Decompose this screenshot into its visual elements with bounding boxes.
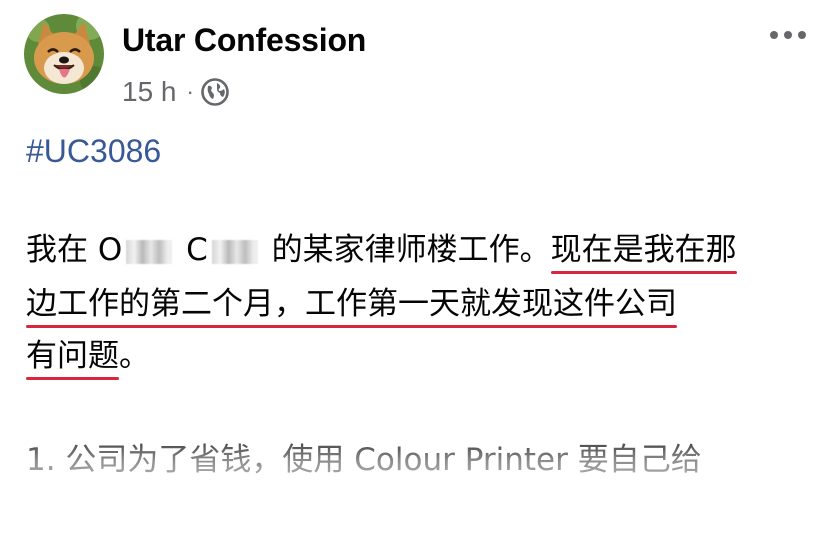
post-body-line-4: 1. 公司为了省钱，使用 Colour Printer 要自己给 <box>26 442 702 478</box>
shiba-dog-avatar-icon <box>24 14 104 94</box>
more-dot <box>770 31 778 39</box>
body-text: C <box>176 232 208 268</box>
highlighted-text: 有问题 <box>26 338 119 374</box>
post-body-line-3: 有问题。 <box>26 336 150 376</box>
post-body-line-1: 我在 O C 的某家律师楼工作。现在是我在那 <box>26 230 737 270</box>
redacted-text <box>211 239 258 264</box>
highlighted-text: 现在是我在那 <box>550 232 737 268</box>
more-dot <box>798 31 806 39</box>
globe-icon[interactable] <box>200 77 230 107</box>
body-text: 的某家律师楼工作。 <box>261 232 551 268</box>
redacted-text <box>126 239 173 264</box>
highlighted-text: 边工作的第二个月，工作第一天就发现这件公司 <box>26 286 677 322</box>
meta-separator: · <box>186 79 194 104</box>
more-options-icon[interactable] <box>770 28 806 42</box>
post-body-line-2: 边工作的第二个月，工作第一天就发现这件公司 <box>26 284 677 324</box>
body-text: 。 <box>119 338 150 374</box>
page-name[interactable]: Utar Confession <box>122 22 366 59</box>
post-timestamp[interactable]: 15 h <box>122 76 177 108</box>
hashtag-link[interactable]: #UC3086 <box>26 133 161 170</box>
avatar[interactable] <box>24 14 104 94</box>
body-text: 我在 O <box>26 232 123 268</box>
more-dot <box>784 31 792 39</box>
post-meta: 15 h · <box>122 74 230 110</box>
